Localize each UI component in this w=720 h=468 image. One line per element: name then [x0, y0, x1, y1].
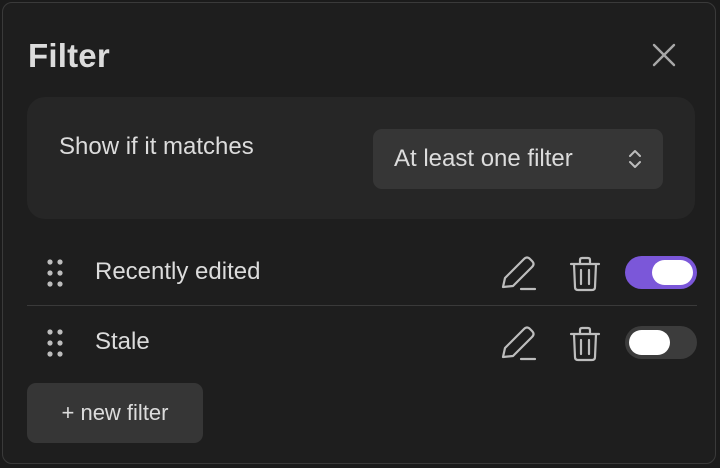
filter-row-recently-edited: Recently edited [27, 242, 697, 302]
toggle-knob [629, 330, 670, 355]
filter-enabled-toggle[interactable] [625, 256, 697, 289]
dialog-title: Filter [28, 37, 110, 74]
match-settings-card: Show if it matches At least one filter [27, 97, 695, 219]
close-icon [652, 43, 676, 67]
pencil-icon[interactable] [497, 324, 537, 362]
trash-icon[interactable] [568, 326, 602, 362]
filter-enabled-toggle[interactable] [625, 326, 697, 359]
drag-handle-icon[interactable] [45, 328, 65, 358]
filter-name: Recently edited [95, 258, 261, 285]
new-filter-button[interactable]: + new filter [27, 383, 203, 443]
chevron-updown-icon [629, 150, 641, 168]
match-mode-value: At least one filter [394, 145, 573, 172]
close-button[interactable] [644, 35, 684, 75]
match-mode-select[interactable]: At least one filter [373, 129, 663, 189]
drag-handle-icon[interactable] [45, 258, 65, 288]
filter-name: Stale [95, 328, 150, 355]
pencil-icon[interactable] [497, 254, 537, 292]
match-label: Show if it matches [59, 133, 254, 160]
row-divider [27, 305, 697, 306]
toggle-knob [652, 260, 693, 285]
filter-row-stale: Stale [27, 312, 697, 372]
filter-dialog: Filter Show if it matches At least one f… [2, 2, 716, 464]
trash-icon[interactable] [568, 256, 602, 292]
